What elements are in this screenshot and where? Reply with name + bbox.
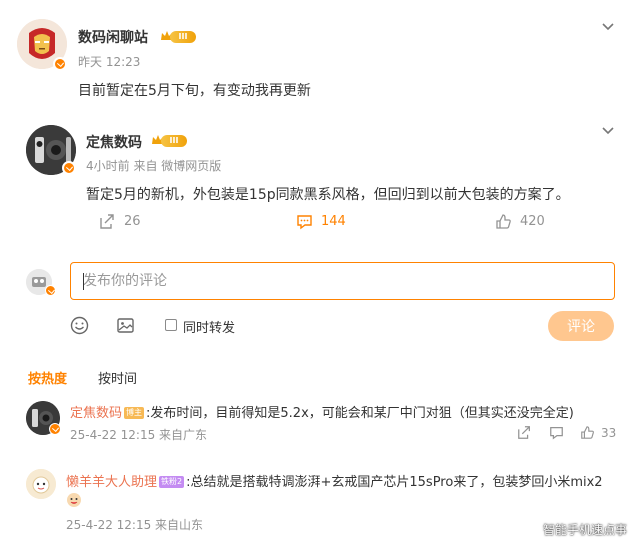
emoji-sticker-icon	[67, 493, 81, 507]
comment-like-count: 33	[601, 425, 617, 440]
quoted-author-name[interactable]: 定焦数码	[86, 132, 142, 152]
post-author-name[interactable]: 数码闲聊站	[78, 27, 148, 47]
fan-level-tag: 铁粉2	[159, 476, 185, 488]
repost-icon	[100, 214, 114, 229]
comment-text-line: 定焦数码 博主:发布时间，目前得知是5.2x，可能会和某厂中门对狙（但其实还没完全…	[70, 402, 574, 421]
thumbs-up-icon	[496, 214, 511, 229]
emoji-icon[interactable]	[70, 316, 89, 335]
quoted-content: 暂定5月的新机，外包装是15p同款黑系风格，但回归到以前大包装的方案了。	[86, 187, 570, 203]
tab-sort-by-hot[interactable]: 按热度	[28, 368, 67, 387]
verified-badge-icon	[53, 57, 67, 71]
comment-author-name[interactable]: 定焦数码	[70, 406, 122, 421]
comment-meta: 25-4-22 12:15 来自山东	[66, 518, 204, 532]
blogger-tag: 博主	[124, 407, 145, 419]
repost-button[interactable]: 26	[99, 213, 141, 230]
comment-button[interactable]: 144	[296, 213, 346, 230]
verified-badge-icon	[49, 423, 61, 435]
post-content: 目前暂定在5月下旬，有变动我再更新	[78, 83, 311, 99]
verified-badge-icon	[45, 285, 56, 296]
repost-count: 26	[124, 214, 141, 229]
comment-author-name[interactable]: 懒羊羊大人助理	[66, 475, 157, 490]
like-button[interactable]: 420	[495, 213, 545, 230]
text-caret	[83, 273, 84, 290]
chevron-down-icon[interactable]	[601, 22, 615, 32]
quoted-meta[interactable]: 4小时前 来自 微博网页版	[86, 157, 221, 174]
repost-icon[interactable]	[517, 425, 532, 440]
chevron-down-icon[interactable]	[601, 126, 615, 136]
comment-text: :总结就是搭载特调澎湃+玄戒国产芯片15sPro来了，包装梦回小米mix2	[186, 475, 603, 490]
comment-text: :发布时间，目前得知是5.2x，可能会和某厂中门对狙（但其实还没完全定)	[146, 406, 574, 421]
submit-comment-button[interactable]: 评论	[548, 311, 614, 341]
comment-like-button[interactable]: 33	[580, 425, 616, 440]
comment-meta: 25-4-22 12:15 来自广东	[70, 428, 208, 442]
like-count: 420	[520, 214, 545, 229]
verified-badge-icon	[62, 161, 76, 175]
repost-checkbox[interactable]	[165, 319, 177, 331]
image-icon[interactable]	[116, 316, 135, 335]
comment-avatar[interactable]	[26, 469, 56, 499]
post-time[interactable]: 昨天 12:23	[78, 53, 140, 70]
tab-sort-by-time[interactable]: 按时间	[98, 368, 137, 387]
sheep-avatar-icon	[26, 469, 56, 499]
comment-input[interactable]	[71, 263, 614, 299]
comment-text-line: 懒羊羊大人助理 铁粉2:总结就是搭载特调澎湃+玄戒国产芯片15sPro来了，包装梦…	[66, 471, 603, 490]
watermark: 智能手机速点事	[542, 523, 627, 537]
repost-checkbox-label[interactable]: 同时转发	[183, 317, 235, 336]
rank-badge: III	[170, 31, 196, 43]
thumbs-up-icon	[581, 426, 594, 439]
comment-input-box[interactable]	[70, 262, 615, 300]
comment-icon	[297, 215, 312, 230]
comment-count: 144	[321, 214, 346, 229]
comment-icon[interactable]	[549, 425, 564, 440]
rank-badge: III	[161, 135, 187, 147]
